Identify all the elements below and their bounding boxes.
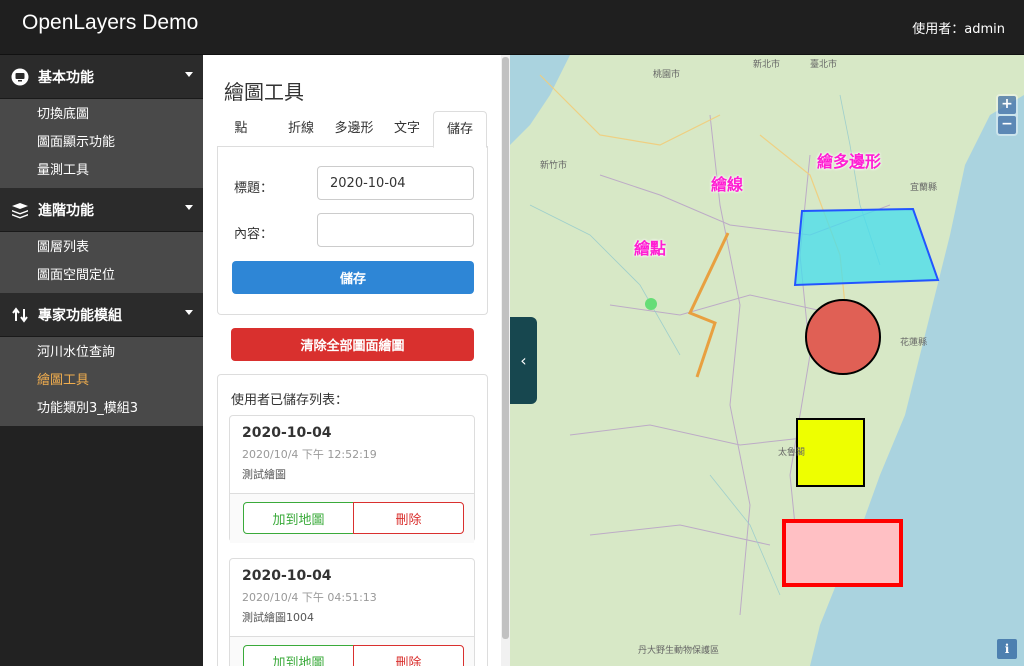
saved-item: 2020-10-04 2020/10/4 下午 04:51:13 測試繪圖100…: [229, 558, 475, 666]
zoom-out-button[interactable]: −: [998, 116, 1016, 134]
panel-title: 繪圖工具: [224, 80, 304, 104]
drawing-tool-panel: 繪圖工具 點 折線 多邊形 文字 儲存 標題： 內容： 儲存 清除全部圖面繪圖 …: [203, 55, 510, 666]
delete-button[interactable]: 刪除: [353, 645, 464, 666]
place-label: 新北市: [753, 60, 781, 70]
saved-item-content: 測試繪圖1004: [242, 611, 314, 624]
sidebar-item-category3-module3[interactable]: 功能類別3_模組3: [0, 395, 203, 423]
place-label: 新竹市: [540, 161, 568, 171]
top-navbar: OpenLayers Demo 使用者：admin: [0, 0, 1024, 55]
sidebar: 基本功能 切換底圖 圖面顯示功能 量測工具 進階功能 圖層列表 圖面空間定位 專…: [0, 55, 203, 666]
sidebar-sublist-advanced: 圖層列表 圖面空間定位: [0, 232, 203, 293]
place-label: 太魯閣: [778, 448, 806, 458]
title-label: 標題：: [234, 181, 274, 196]
map-label-point: 繪點: [634, 239, 667, 258]
tab-polygon[interactable]: 多邊形: [328, 111, 380, 147]
chevron-down-icon: [185, 205, 193, 210]
map-label-line: 繪線: [711, 175, 744, 194]
layers-icon: [10, 200, 30, 220]
delete-button[interactable]: 刪除: [353, 502, 464, 534]
saved-item-title: 2020-10-04: [242, 568, 332, 584]
sidebar-item-display[interactable]: 圖面顯示功能: [0, 129, 203, 157]
sidebar-item-drawing-tool[interactable]: 繪圖工具: [0, 367, 203, 395]
app-title[interactable]: OpenLayers Demo: [22, 11, 198, 35]
saved-item-time: 2020/10/4 下午 04:51:13: [242, 591, 377, 604]
tab-point[interactable]: 點: [223, 111, 259, 147]
sidebar-sublist-expert: 河川水位查詢 繪圖工具 功能類別3_模組3: [0, 337, 203, 426]
land-area: [510, 55, 1024, 666]
clear-all-drawings-button[interactable]: 清除全部圖面繪圖: [231, 328, 474, 361]
saved-item-content: 測試繪圖: [242, 468, 286, 481]
saved-item-time: 2020/10/4 下午 12:52:19: [242, 448, 377, 461]
saved-list: 使用者已儲存列表： 2020-10-04 2020/10/4 下午 12:52:…: [217, 374, 488, 666]
map-label-polygon: 繪多邊形: [817, 152, 882, 171]
drawing-tabs: 點 折線 多邊形 文字 儲存: [217, 111, 488, 148]
drawn-rectangle: [782, 519, 903, 587]
add-to-map-button[interactable]: 加到地圖: [243, 645, 354, 666]
place-label: 丹大野生動物保護區: [638, 646, 720, 656]
sidebar-group-label: 基本功能: [38, 69, 94, 86]
drawn-polygon: [793, 207, 940, 287]
place-label: 臺北市: [810, 60, 838, 70]
map-canvas[interactable]: [510, 55, 1024, 666]
sidebar-item-switch-basemap[interactable]: 切換底圖: [0, 101, 203, 129]
attribution-info-button[interactable]: i: [997, 639, 1017, 659]
sidebar-group-label: 進階功能: [38, 202, 94, 219]
tab-text[interactable]: 文字: [385, 111, 429, 147]
save-form: 標題： 內容： 儲存: [217, 147, 488, 315]
sidebar-item-river-level[interactable]: 河川水位查詢: [0, 339, 203, 367]
saved-item-title: 2020-10-04: [242, 425, 332, 441]
drawn-circle: [805, 299, 881, 375]
zoom-control: + −: [996, 94, 1018, 136]
tab-save[interactable]: 儲存: [433, 111, 487, 148]
panel-scrollbar[interactable]: [501, 55, 510, 666]
content-input[interactable]: [317, 213, 474, 247]
place-label: 桃園市: [653, 70, 681, 80]
saved-list-title: 使用者已儲存列表：: [231, 393, 349, 408]
drawn-square: [796, 418, 865, 487]
tab-polyline[interactable]: 折線: [279, 111, 323, 147]
map-view[interactable]: 桃園市 新北市 新竹市 臺北市 宜蘭縣 花蓮縣 太魯閣 丹大野生動物保護區 繪點…: [510, 55, 1024, 666]
title-input[interactable]: [317, 166, 474, 200]
place-label: 花蓮縣: [900, 338, 928, 348]
saved-item-actions: 加到地圖 刪除: [230, 493, 474, 543]
sidebar-item-measure[interactable]: 量測工具: [0, 157, 203, 185]
panel-collapse-button[interactable]: ‹: [510, 317, 537, 404]
sidebar-group-advanced[interactable]: 進階功能: [0, 188, 203, 232]
saved-item-actions: 加到地圖 刪除: [230, 636, 474, 666]
sidebar-group-expert[interactable]: 專家功能模組: [0, 293, 203, 337]
content-label: 內容：: [234, 227, 274, 242]
user-info: 使用者：admin: [912, 22, 1005, 37]
save-button[interactable]: 儲存: [232, 261, 474, 294]
swap-arrows-icon: [10, 305, 30, 325]
chevron-down-icon: [185, 72, 193, 77]
add-to-map-button[interactable]: 加到地圖: [243, 502, 354, 534]
sidebar-group-label: 專家功能模組: [38, 307, 122, 324]
chevron-down-icon: [185, 310, 193, 315]
sidebar-sublist-basic: 切換底圖 圖面顯示功能 量測工具: [0, 99, 203, 188]
place-label: 宜蘭縣: [910, 183, 938, 193]
monitor-icon: [10, 67, 30, 87]
sidebar-group-basic[interactable]: 基本功能: [0, 55, 203, 99]
drawn-point: [645, 298, 657, 310]
zoom-in-button[interactable]: +: [998, 96, 1016, 114]
scrollbar-thumb[interactable]: [502, 57, 509, 639]
sidebar-item-layer-list[interactable]: 圖層列表: [0, 234, 203, 262]
sidebar-item-spatial-locate[interactable]: 圖面空間定位: [0, 262, 203, 290]
saved-item: 2020-10-04 2020/10/4 下午 12:52:19 測試繪圖 加到…: [229, 415, 475, 543]
